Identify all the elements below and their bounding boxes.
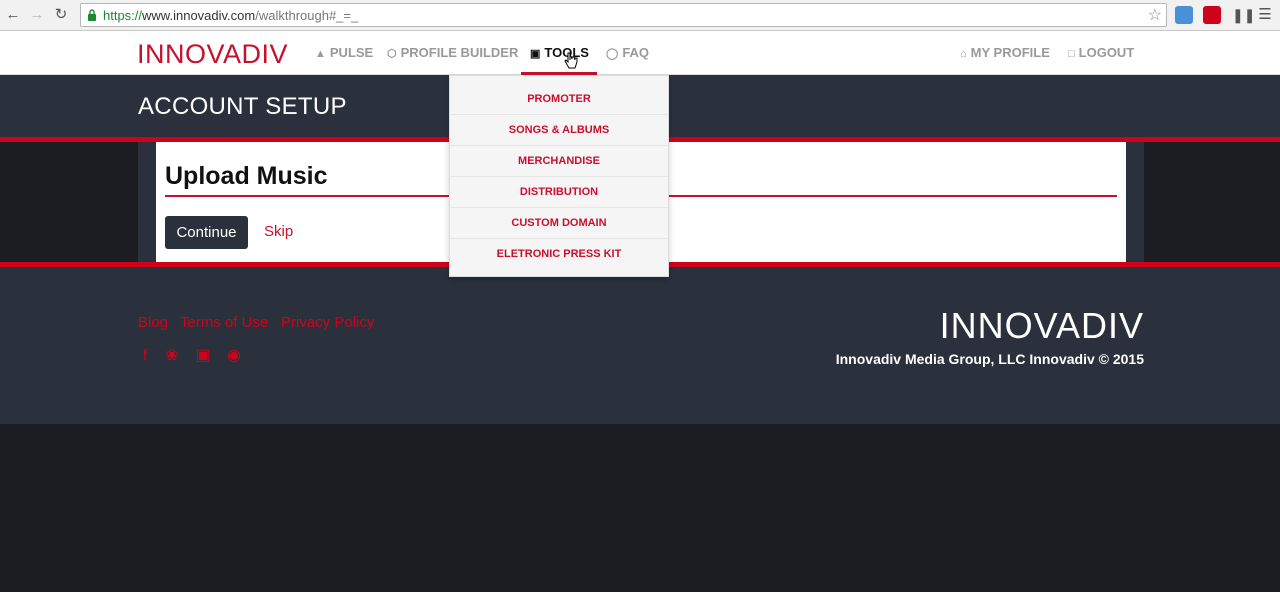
site-navbar: INNOVADIV ▲ PULSE ⬡ PROFILE BUILDER ▣ TOOLS… [0,31,1280,75]
briefcase-icon: ▣ [530,48,541,60]
page-title: ACCOUNT SETUP [138,93,347,120]
browser-toolbar: ← → ↻ https://www.innovadiv.com/walkthro… [0,0,1280,31]
nav-faq[interactable]: ◯ FAQ [606,45,649,60]
facebook-icon[interactable]: f [136,347,154,365]
extension-pause-icon[interactable]: ❚❚ [1232,6,1255,24]
footer: Blog Terms of Use Privacy Policy f ❀ ▣ ◉… [0,267,1280,424]
menu-item-press-kit[interactable]: ELETRONIC PRESS KIT [450,239,668,270]
extension-shield-icon[interactable] [1175,6,1193,24]
footer-link-blog[interactable]: Blog [138,314,168,331]
page-bottom [0,424,1280,592]
flame-icon: ▲ [315,48,326,60]
chat-bubble-icon: ◯ [606,48,619,60]
twitter-icon[interactable]: ❀ [163,347,181,365]
menu-item-distribution[interactable]: DISTRIBUTION [450,177,668,208]
nav-pulse[interactable]: ▲ PULSE [315,45,373,60]
nav-tools[interactable]: ▣ TOOLS [530,45,589,60]
unlock-icon: □ [1068,48,1075,60]
nav-profile-builder[interactable]: ⬡ PROFILE BUILDER [387,45,518,60]
card-title: Upload Music [165,162,328,190]
menu-icon[interactable]: ☰ [1256,6,1274,24]
skip-link[interactable]: Skip [264,223,293,240]
hand-cursor-icon [564,52,578,69]
nav-logout[interactable]: □ LOGOUT [1068,45,1134,60]
site-logo[interactable]: INNOVADIV [137,39,288,70]
menu-item-promoter[interactable]: PROMOTER [450,84,668,115]
continue-button[interactable]: Continue [165,216,248,249]
lock-icon [88,9,96,21]
footer-logo: INNOVADIV [939,305,1144,346]
hexagon-icon: ⬡ [387,48,397,60]
reload-icon[interactable]: ↻ [52,6,70,24]
menu-item-merchandise[interactable]: MERCHANDISE [450,146,668,177]
back-arrow-icon[interactable]: ← [4,6,22,24]
menu-item-songs-albums[interactable]: SONGS & ALBUMS [450,115,668,146]
nav-my-profile[interactable]: ⌂ MY PROFILE [960,45,1050,60]
menu-item-custom-domain[interactable]: CUSTOM DOMAIN [450,208,668,239]
github-icon[interactable]: ◉ [225,347,243,365]
address-bar[interactable]: https://www.innovadiv.com/walkthrough#_=… [80,3,1167,27]
footer-link-terms[interactable]: Terms of Use [180,314,268,331]
bookmark-star-icon[interactable]: ☆ [1148,5,1162,25]
home-icon: ⌂ [960,48,967,60]
instagram-icon[interactable]: ▣ [194,347,212,365]
footer-link-privacy[interactable]: Privacy Policy [281,314,374,331]
url-text: https://www.innovadiv.com/walkthrough#_=… [103,8,359,23]
copyright-text: Innovadiv Media Group, LLC Innovadiv © 2… [835,351,1144,367]
forward-arrow-icon[interactable]: → [28,6,46,24]
extension-todoist-icon[interactable] [1203,6,1221,24]
tools-dropdown-menu: PROMOTER SONGS & ALBUMS MERCHANDISE DIST… [449,75,669,277]
